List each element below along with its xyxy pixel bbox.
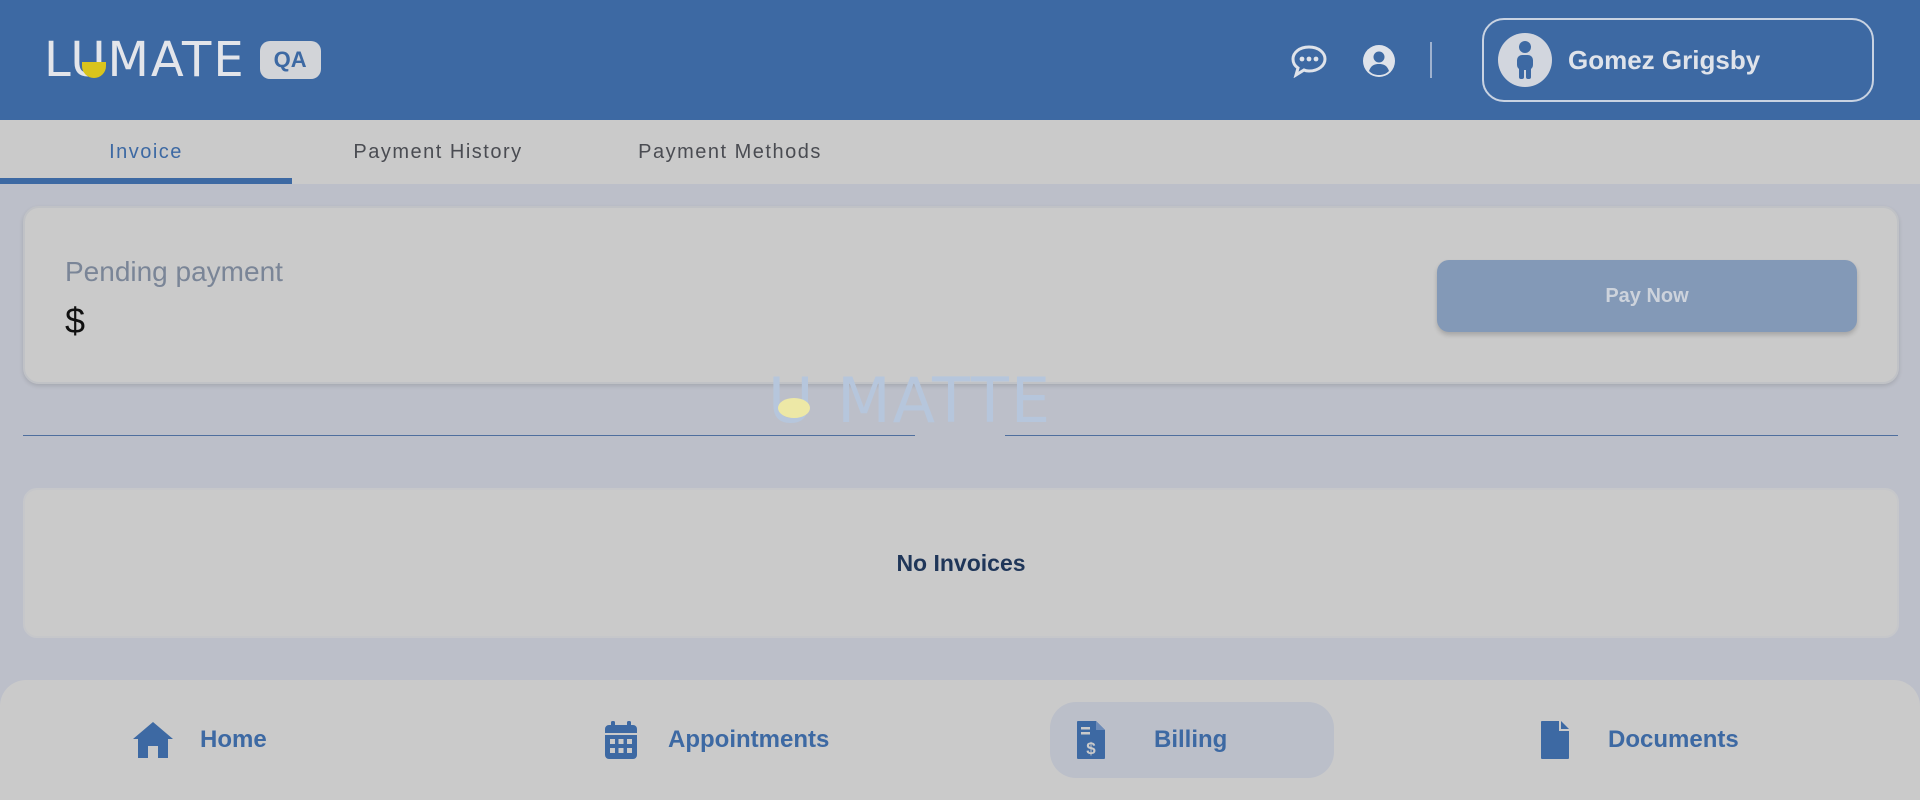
pending-payment-title: Pending payment (65, 256, 283, 287)
person-icon (1517, 41, 1533, 79)
user-profile-button[interactable]: Gomez Grigsby (1482, 18, 1874, 102)
divider-right (1005, 435, 1898, 436)
app-header: LUMATE QA Gomez Grigsby (0, 0, 1920, 120)
nav-billing[interactable]: $ Billing (1050, 702, 1334, 778)
lumate-logo[interactable]: LUMATE QA (44, 36, 321, 84)
no-invoices-message: No Invoices (896, 549, 1026, 576)
pay-now-button[interactable]: Pay Now (1437, 260, 1857, 332)
calendar-icon (598, 717, 644, 763)
nav-billing-label: Billing (1154, 726, 1228, 753)
svg-text:$: $ (1086, 739, 1096, 758)
account-circle-icon[interactable] (1360, 42, 1398, 80)
loading-logo-text: U MATTE (768, 364, 1053, 437)
tab-payment-methods[interactable]: Payment Methods (584, 120, 876, 184)
nav-documents-label: Documents (1608, 726, 1739, 753)
nav-home[interactable]: Home (130, 702, 350, 778)
environment-badge: QA (259, 41, 321, 79)
logo-text: LUMATE (44, 32, 246, 88)
loading-logo: U MATTE (768, 368, 1098, 434)
document-icon (1532, 717, 1578, 763)
nav-home-label: Home (200, 726, 267, 753)
billing-tabs: Invoice Payment History Payment Methods (0, 120, 1920, 184)
nav-appointments[interactable]: Appointments (598, 702, 898, 778)
chat-bubble-icon[interactable] (1290, 42, 1328, 80)
nav-documents[interactable]: Documents (1532, 702, 1792, 778)
loading-logo-dot (778, 398, 810, 418)
pending-payment-card: Pending payment $ Pay Now (23, 206, 1899, 384)
nav-appointments-label: Appointments (668, 726, 830, 753)
header-divider (1430, 42, 1432, 78)
avatar (1498, 33, 1552, 87)
invoices-card: No Invoices (23, 488, 1899, 638)
pending-payment-amount: $ (65, 300, 86, 341)
invoice-dollar-icon: $ (1068, 717, 1114, 763)
home-icon (130, 717, 176, 763)
tab-payment-history[interactable]: Payment History (292, 120, 584, 184)
tab-invoice[interactable]: Invoice (0, 120, 292, 184)
bottom-navigation: Home Appointments $ Billing Documents (0, 680, 1920, 800)
user-name: Gomez Grigsby (1568, 44, 1761, 75)
